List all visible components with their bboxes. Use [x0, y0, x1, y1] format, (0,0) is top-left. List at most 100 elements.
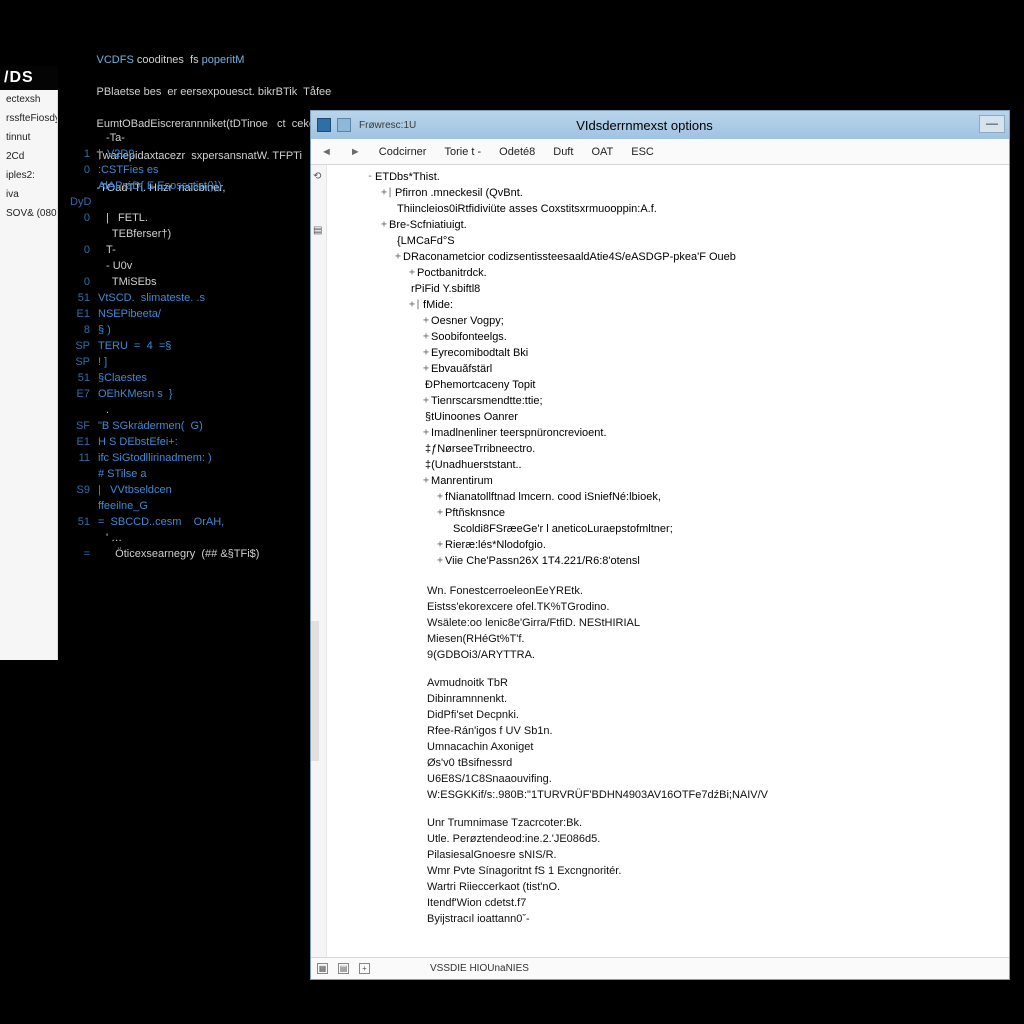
- code-line: 1| V2D9: [70, 146, 330, 162]
- tree-node[interactable]: +Poctbanitrdck.: [353, 265, 1009, 281]
- tree-node[interactable]: ‡(Unadhuerststant..: [353, 457, 1009, 473]
- tree-node[interactable]: rPiFid Y.sbiftl8: [353, 281, 1009, 297]
- tree-node[interactable]: +Pftñsknsnce: [353, 505, 1009, 521]
- expand-icon[interactable]: +: [423, 329, 429, 345]
- code-line: TEBferser†): [70, 226, 330, 242]
- sidebar-item[interactable]: iples2:: [0, 166, 57, 185]
- expand-icon[interactable]: +: [437, 489, 443, 505]
- expand-icon[interactable]: +: [395, 249, 401, 265]
- menu-codcirner[interactable]: Codcirner: [379, 146, 427, 158]
- detail-row: Eistss'ekorexcere ofel.TK%TGrodino.: [427, 599, 1009, 615]
- expand-icon[interactable]: +: [423, 361, 429, 377]
- code-line: SF"B SGkrädermen( G): [70, 418, 330, 434]
- tree-node[interactable]: Scoldi8FSræeGe'r l aneticoLuraepstofmltn…: [353, 521, 1009, 537]
- tree-node[interactable]: +Ebvauǎfstärl: [353, 361, 1009, 377]
- code-line: 8§ ): [70, 322, 330, 338]
- options-window: Frøwresc:1U VIdsderrnmexst options — ◄ ►…: [310, 110, 1010, 980]
- detail-row: Utle. Perøztendeod:ine.2.'JE086d5.: [427, 831, 1009, 847]
- code-line: -Ta-: [70, 130, 330, 146]
- sidebar-item[interactable]: 2Cd: [0, 147, 57, 166]
- tree-node[interactable]: +Oesner Vogpy;: [353, 313, 1009, 329]
- code-line: 11ifc SiGtodllirinadmem: ): [70, 450, 330, 466]
- menu-duft[interactable]: Duft: [553, 146, 573, 158]
- tree-node[interactable]: +Bre-Scfniatiuigt.: [353, 217, 1009, 233]
- expand-icon[interactable]: +: [423, 345, 429, 361]
- tree-node-label: ‡(Unadhuerststant..: [425, 457, 522, 473]
- gutter-icon-2[interactable]: ▤: [313, 225, 322, 236]
- tree-node[interactable]: +DRaconametcior codizsentissteesaaldAtie…: [353, 249, 1009, 265]
- expand-icon[interactable]: +: [423, 425, 429, 441]
- detail-row: 9(GDBOi3/ARYTTRA.: [427, 647, 1009, 663]
- detail-row: PilasiesalGnoesre sNIS/R.: [427, 847, 1009, 863]
- code-line: 51§Claestes: [70, 370, 330, 386]
- detail-row: Dibinramnnenkt.: [427, 691, 1009, 707]
- expand-icon[interactable]: +|: [381, 185, 393, 201]
- tree-node-label: fMide:: [423, 297, 453, 313]
- expand-icon[interactable]: +|: [409, 297, 421, 313]
- app-icon: [317, 118, 331, 132]
- expand-icon[interactable]: +: [423, 313, 429, 329]
- sidebar-item[interactable]: rssfteFiosdy: [0, 109, 57, 128]
- expand-icon[interactable]: +: [381, 217, 387, 233]
- expand-icon[interactable]: +: [423, 393, 429, 409]
- sidebar-item[interactable]: SOV& (080): [0, 204, 57, 223]
- tree-node[interactable]: -ETDbs*Thist.: [353, 169, 1009, 185]
- sidebar-item[interactable]: tinnut: [0, 128, 57, 147]
- menu-esc[interactable]: ESC: [631, 146, 654, 158]
- sidebar-item[interactable]: ectexsh: [0, 90, 57, 109]
- expand-icon[interactable]: +: [423, 473, 429, 489]
- terminal-code-block: -Ta-1| V2D90:CSTFies esAlAPráD{ E Esossc…: [70, 130, 330, 562]
- minimize-button[interactable]: —: [979, 115, 1005, 133]
- gutter-icon-1[interactable]: ⟲: [313, 171, 321, 182]
- detail-row: [427, 663, 1009, 675]
- window-title: VIdsderrnmexst options: [576, 118, 713, 133]
- menu-odete[interactable]: Odeté8: [499, 146, 535, 158]
- tree-node[interactable]: +Manrentirum: [353, 473, 1009, 489]
- tree-node[interactable]: +fNianatollftnad lmcern. cood iSniefNé:l…: [353, 489, 1009, 505]
- tree-node[interactable]: Thiincleios0iRtfidiviüte asses Coxstitsx…: [353, 201, 1009, 217]
- expand-icon[interactable]: +: [409, 265, 415, 281]
- tree-node[interactable]: ƉPhemortcaceny Topit: [353, 377, 1009, 393]
- tree-node[interactable]: ‡ƒNørseeTrribneectro.: [353, 441, 1009, 457]
- tree-node[interactable]: +| fMide:: [353, 297, 1009, 313]
- tree-node[interactable]: {LMCaFd°S: [353, 233, 1009, 249]
- nav-forward-icon[interactable]: ►: [350, 146, 361, 158]
- nav-back-icon[interactable]: ◄: [321, 146, 332, 158]
- code-line: E7OEhKMesn s }: [70, 386, 330, 402]
- expand-icon[interactable]: +: [437, 553, 443, 569]
- detail-row: DidPfi'set Decpnki.: [427, 707, 1009, 723]
- detail-row: Miesen(RHéGt%T'f.: [427, 631, 1009, 647]
- sidebar-item[interactable]: iva: [0, 185, 57, 204]
- code-line: = Öticexsearnegry (## &§TFi$): [70, 546, 330, 562]
- expand-icon[interactable]: +: [437, 537, 443, 553]
- titlebar-path: Frøwresc:1U: [359, 120, 416, 131]
- titlebar[interactable]: Frøwresc:1U VIdsderrnmexst options —: [311, 111, 1009, 139]
- status-icon-2[interactable]: ▤: [338, 963, 349, 974]
- code-line: - U0v: [70, 258, 330, 274]
- detail-row: Wsälete:oo lenic8e'Girra/FtfiD. NEStHIRI…: [427, 615, 1009, 631]
- status-icon-3[interactable]: +: [359, 963, 370, 974]
- menu-torie[interactable]: Torie t -: [444, 146, 481, 158]
- tree-node[interactable]: +Rieræ:lés*Nlodofgio.: [353, 537, 1009, 553]
- tree-node-label: Thiincleios0iRtfidiviüte asses Coxstitsx…: [397, 201, 657, 217]
- tree-node[interactable]: +Viie Che'Passn26X 1T4.221/R6:8'otensl: [353, 553, 1009, 569]
- tree-node[interactable]: +Eyrecomibodtalt Bki: [353, 345, 1009, 361]
- menu-oat[interactable]: OAT: [591, 146, 613, 158]
- tree-node[interactable]: +| Pfirron .mneckesil (QvBnt.: [353, 185, 1009, 201]
- status-icon-1[interactable]: ▦: [317, 963, 328, 974]
- tree-node[interactable]: +Soobifonteelgs.: [353, 329, 1009, 345]
- tree-node[interactable]: +Imadlnenliner teerspnüroncrevioent.: [353, 425, 1009, 441]
- code-line: 51= SBCCD..cesm OrAH,: [70, 514, 330, 530]
- code-line: .: [70, 402, 330, 418]
- expand-icon[interactable]: -: [367, 169, 373, 185]
- tree-node[interactable]: §tUinoones Oanrer: [353, 409, 1009, 425]
- scroll-thumb[interactable]: [311, 621, 319, 761]
- tree-node[interactable]: +Tienrscarsmendtte:ttie;: [353, 393, 1009, 409]
- term-line1-c: poperitM: [202, 54, 245, 66]
- tree-node-label: Poctbanitrdck.: [417, 265, 487, 281]
- tree-view[interactable]: -ETDbs*Thist.+| Pfirron .mneckesil (QvBn…: [327, 169, 1009, 569]
- tree-node-label: Pfirron .mneckesil (QvBnt.: [395, 185, 523, 201]
- tree-node-label: ƉPhemortcaceny Topit: [425, 377, 535, 393]
- app-icon-secondary: [337, 118, 351, 132]
- expand-icon[interactable]: +: [437, 505, 443, 521]
